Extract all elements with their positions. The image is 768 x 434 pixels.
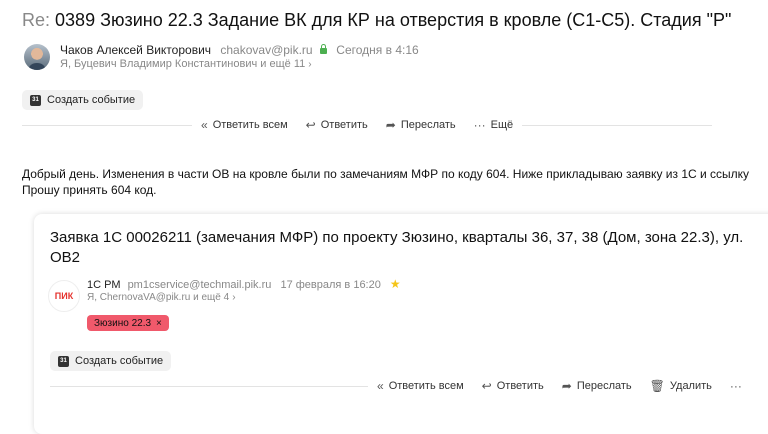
reply-all-button[interactable]: « Ответить всем [368, 379, 473, 393]
reply-label: Ответить [496, 380, 544, 392]
reply-button[interactable]: ↩ Ответить [473, 379, 553, 393]
reply-label: Ответить [320, 119, 368, 131]
more-icon: ··· [473, 118, 486, 132]
sender-email[interactable]: chakovav@pik.ru [220, 43, 312, 57]
close-icon[interactable]: × [156, 318, 162, 329]
subject-text: 0389 Зюзино 22.3 Задание ВК для КР на от… [55, 10, 732, 30]
create-event-button[interactable]: 31 Создать событие [50, 351, 172, 371]
reply-all-button[interactable]: « Ответить всем [192, 118, 297, 132]
chevron-right-icon[interactable]: › [308, 59, 311, 70]
more-button[interactable]: ··· Ещё [465, 118, 523, 132]
quoted-date: 17 февраля в 16:20 [280, 279, 381, 291]
sender-name[interactable]: Чаков Алексей Викторович [60, 43, 211, 57]
quoted-toolbar: « Ответить всем ↩ Ответить ➦ Переслать 🗑… [50, 379, 768, 393]
forward-icon: ➦ [561, 379, 572, 393]
pik-logo-avatar[interactable]: ПИК [48, 280, 80, 312]
forward-button[interactable]: ➦ Переслать [377, 118, 465, 132]
quoted-title-line: Заявка 1С 00026211 (замечания МФР) по пр… [50, 229, 744, 246]
more-label: Ещё [490, 119, 514, 131]
reply-all-icon: « [201, 118, 208, 132]
quoted-recipients-line[interactable]: Я, ChernovaVA@pik.ru и ещё 4 › [87, 292, 236, 303]
create-event-label: Создать событие [75, 355, 164, 367]
message-toolbar: « Ответить всем ↩ Ответить ➦ Переслать ·… [22, 118, 712, 132]
reply-button[interactable]: ↩ Ответить [297, 118, 377, 132]
forward-label: Переслать [400, 119, 456, 131]
forward-button[interactable]: ➦ Переслать [553, 379, 641, 393]
reply-all-icon: « [377, 379, 384, 393]
calendar-icon: 31 [58, 355, 69, 367]
star-icon[interactable]: ★ [390, 277, 401, 291]
calendar-icon: 31 [30, 94, 41, 106]
message-subject: Re: 0389 Зюзино 22.3 Задание ВК для КР н… [22, 10, 731, 31]
delete-label: Удалить [669, 380, 712, 392]
quoted-sender-email[interactable]: pm1cservice@techmail.pik.ru [128, 279, 272, 291]
label-text[interactable]: Зюзино 22.3 [94, 318, 151, 329]
quoted-sender-name[interactable]: 1С РМ [87, 279, 121, 291]
more-icon: ··· [729, 379, 742, 393]
delete-button[interactable]: 🗑 Удалить [641, 379, 721, 393]
label-chip[interactable]: Зюзино 22.3 × [87, 315, 169, 331]
chevron-right-icon[interactable]: › [232, 292, 235, 303]
reply-all-label: Ответить всем [388, 380, 464, 392]
lock-icon [319, 44, 327, 54]
reply-all-label: Ответить всем [212, 119, 288, 131]
reply-icon: ↩ [481, 379, 492, 393]
recipients-text[interactable]: Я, Буцевич Владимир Константинович и ещё… [60, 58, 305, 70]
create-event-label: Создать событие [47, 94, 136, 106]
forward-icon: ➦ [385, 118, 396, 132]
body-line: Добрый день. Изменения в части ОВ на кро… [22, 167, 750, 181]
sender-line: Чаков Алексей Викторович chakovav@pik.ru… [60, 43, 419, 57]
forward-label: Переслать [576, 380, 632, 392]
more-button[interactable]: ··· [721, 379, 751, 393]
body-line: Прошу принять 604 код. [22, 183, 157, 197]
quoted-message-card: Заявка 1С 00026211 (замечания МФР) по пр… [34, 214, 768, 434]
quoted-sender-line: 1С РМ pm1cservice@techmail.pik.ru 17 фев… [87, 277, 401, 291]
subject-prefix: Re: [22, 10, 51, 30]
trash-icon: 🗑 [649, 379, 665, 393]
toolbar-divider [50, 385, 368, 387]
quoted-title: Заявка 1С 00026211 (замечания МФР) по пр… [50, 228, 743, 268]
toolbar-divider [522, 124, 712, 126]
recipients-line[interactable]: Я, Буцевич Владимир Константинович и ещё… [60, 58, 312, 70]
message-date: Сегодня в 4:16 [336, 43, 419, 57]
sender-avatar[interactable] [24, 44, 50, 70]
quoted-title-line: ОВ2 [50, 249, 81, 266]
message-body: Добрый день. Изменения в части ОВ на кро… [22, 166, 749, 198]
reply-icon: ↩ [305, 118, 316, 132]
create-event-button[interactable]: 31 Создать событие [22, 90, 144, 110]
toolbar-divider [22, 124, 192, 126]
quoted-recipients-text[interactable]: Я, ChernovaVA@pik.ru и ещё 4 [87, 292, 229, 303]
